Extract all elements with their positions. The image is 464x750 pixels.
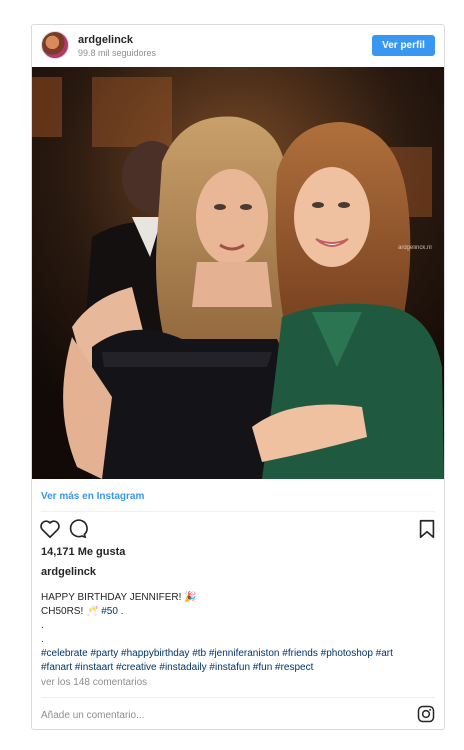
- hashtag-link[interactable]: #50: [101, 606, 118, 617]
- view-comments-link[interactable]: ver los 148 comentarios: [41, 677, 147, 688]
- comment-input[interactable]: Añade un comentario...: [41, 710, 144, 721]
- caption-username[interactable]: ardgelinck: [41, 566, 96, 578]
- caption-line: .: [41, 620, 44, 631]
- heart-icon[interactable]: [39, 518, 61, 540]
- divider: [41, 697, 435, 698]
- post-header: ardgelinck 99.8 mil seguidores Ver perfi…: [32, 25, 444, 67]
- caption-line: CH50RS! 🥂 #50 .: [41, 605, 436, 619]
- hashtag-links[interactable]: #fanart #instaart #creative #instadaily …: [41, 661, 436, 675]
- action-bar: [32, 518, 444, 542]
- caption-text-segment: CH50RS! 🥂: [41, 606, 102, 617]
- view-more-on-instagram-link[interactable]: Ver más en Instagram: [41, 491, 144, 502]
- username[interactable]: ardgelinck: [78, 34, 133, 46]
- caption-line: HAPPY BIRTHDAY JENNIFER! 🎉: [41, 592, 197, 603]
- caption-line: .: [41, 634, 44, 645]
- photo-illustration: ardgelinck.nl: [32, 67, 444, 479]
- view-profile-button[interactable]: Ver perfil: [372, 35, 435, 56]
- bookmark-icon[interactable]: [416, 518, 438, 540]
- hashtag-links[interactable]: #celebrate #party #happybirthday #tb #je…: [41, 647, 436, 661]
- post-photo[interactable]: ardgelinck.nl: [32, 67, 444, 479]
- caption-text: HAPPY BIRTHDAY JENNIFER! 🎉 CH50RS! 🥂 #50…: [41, 591, 436, 675]
- follower-count: 99.8 mil seguidores: [78, 48, 157, 58]
- like-count[interactable]: 14,171 Me gusta: [41, 546, 125, 558]
- avatar[interactable]: [41, 31, 69, 59]
- instagram-logo-icon[interactable]: [417, 705, 435, 723]
- divider: [41, 511, 435, 512]
- photo-watermark: ardgelinck.nl: [398, 245, 432, 251]
- instagram-embed-card: ardgelinck 99.8 mil seguidores Ver perfi…: [31, 24, 445, 730]
- comment-icon[interactable]: [66, 518, 88, 540]
- caption-text-segment: .: [117, 606, 124, 617]
